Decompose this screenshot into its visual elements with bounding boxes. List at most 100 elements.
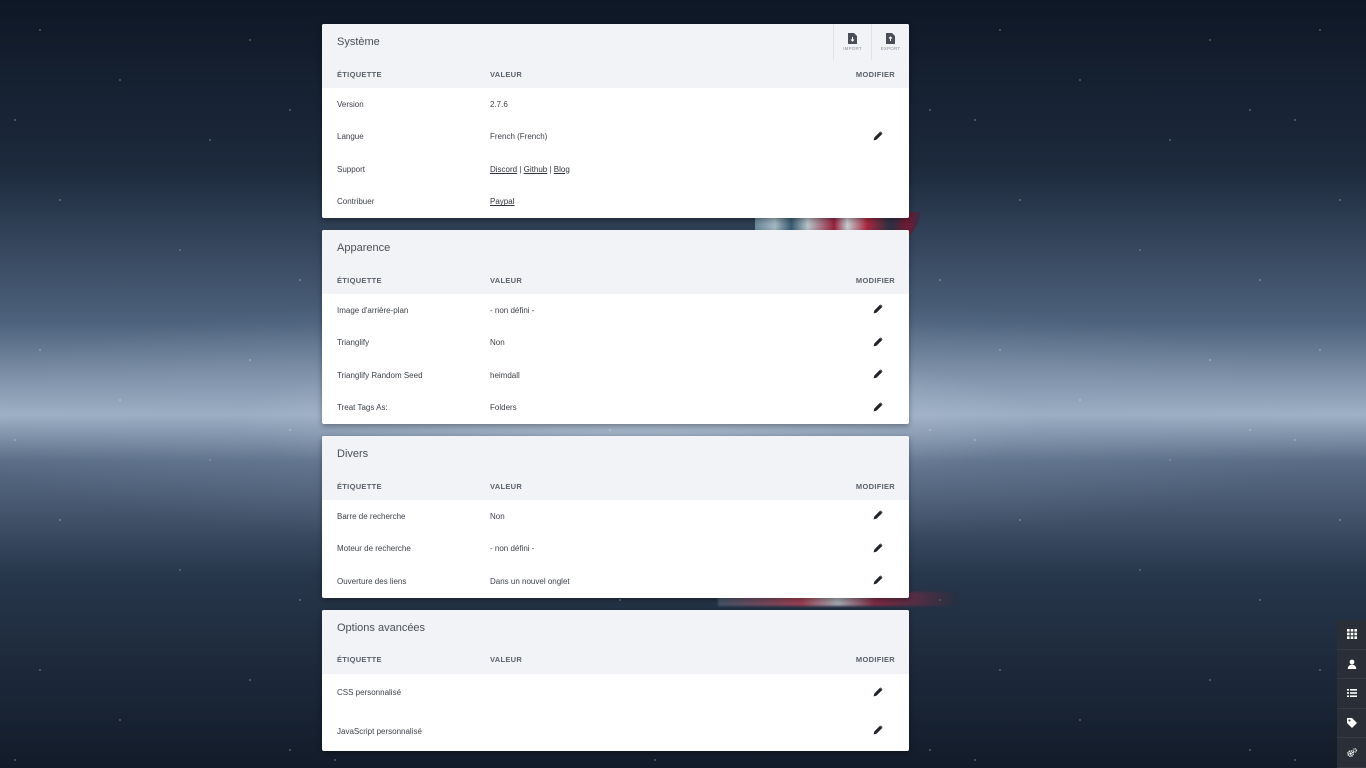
edit-cell [839, 304, 909, 316]
pencil-icon[interactable] [873, 369, 883, 379]
column-edit-header: MODIFIER [855, 275, 895, 285]
file-export-icon [886, 33, 895, 44]
setting-row-background-image: Image d'arrière-plan - non défini - [322, 294, 909, 327]
setting-row-version: Version 2.7.6 [322, 88, 909, 121]
discord-link[interactable]: Discord [490, 165, 517, 174]
column-edit-header: MODIFIER [855, 481, 895, 491]
setting-row-treat-tags: Treat Tags As: Folders [322, 392, 909, 425]
system-toolbar: IMPORT EXPORT [833, 24, 909, 60]
setting-label: Moteur de recherche [337, 544, 411, 554]
setting-value: Discord | Github | Blog [490, 165, 839, 174]
system-title: Système [337, 36, 380, 48]
column-edit-header: MODIFIER [855, 655, 895, 664]
sidebar-item-items[interactable] [1337, 679, 1366, 709]
setting-row-trianglify: Trianglify Non [322, 327, 909, 360]
pencil-icon[interactable] [873, 337, 883, 347]
edit-cell [839, 575, 909, 587]
pencil-icon[interactable] [873, 510, 883, 520]
setting-row-search-engine: Moteur de recherche - non défini - [322, 533, 909, 566]
edit-cell [839, 369, 909, 381]
system-column-header: ÉTIQUETTE VALEUR MODIFIER [322, 60, 909, 88]
setting-label: Image d'arrière-plan [337, 305, 409, 315]
link-separator: | [549, 164, 552, 174]
system-card-header: Système IMPORT EXPORT ÉTIQUETTE VALEUR M… [322, 24, 909, 88]
user-icon [1347, 659, 1356, 669]
column-value-header: VALEUR [490, 481, 523, 491]
tag-icon [1346, 718, 1357, 729]
setting-label: CSS personnalisé [337, 688, 402, 698]
blog-link[interactable]: Blog [554, 165, 570, 174]
setting-row-link-opening: Ouverture des liens Dans un nouvel ongle… [322, 565, 909, 598]
export-label: EXPORT [880, 46, 901, 51]
column-value-header: VALEUR [490, 655, 523, 664]
appearance-title: Apparence [337, 242, 391, 254]
advanced-card-header: Options avancées ÉTIQUETTE VALEUR MODIFI… [322, 609, 909, 674]
appearance-column-header: ÉTIQUETTE VALEUR MODIFIER [322, 266, 909, 294]
misc-title: Divers [337, 448, 369, 460]
column-label-header: ÉTIQUETTE [337, 69, 382, 79]
sidebar-item-settings[interactable] [1337, 738, 1366, 768]
pencil-icon[interactable] [873, 725, 883, 735]
setting-label: JavaScript personnalisé [337, 726, 422, 736]
edit-cell [839, 337, 909, 349]
setting-value: Folders [490, 403, 517, 413]
file-import-icon [848, 33, 857, 44]
advanced-column-header: ÉTIQUETTE VALEUR MODIFIER [322, 646, 909, 674]
setting-label: Ouverture des liens [337, 576, 407, 586]
pencil-icon[interactable] [873, 304, 883, 314]
sidebar-item-dashboard[interactable] [1337, 620, 1366, 650]
setting-label: Barre de recherche [337, 511, 406, 521]
setting-row-search-bar: Barre de recherche Non [322, 500, 909, 533]
setting-label: Support [337, 164, 366, 174]
sidebar-item-tags[interactable] [1337, 709, 1366, 739]
setting-row-language: Langue French (French) [322, 121, 909, 154]
setting-value: Non [490, 511, 505, 521]
column-label-header: ÉTIQUETTE [337, 655, 382, 664]
setting-value: Paypal [490, 197, 839, 206]
export-button[interactable]: EXPORT [871, 24, 909, 60]
column-label-header: ÉTIQUETTE [337, 275, 382, 285]
paypal-link[interactable]: Paypal [490, 197, 514, 206]
pencil-icon[interactable] [873, 687, 883, 697]
setting-label: Contribuer [337, 197, 375, 207]
misc-card-header: Divers ÉTIQUETTE VALEUR MODIFIER [322, 436, 909, 500]
edit-cell [839, 510, 909, 522]
edit-cell [839, 543, 909, 555]
setting-row-trianglify-seed: Trianglify Random Seed heimdall [322, 359, 909, 392]
setting-label: Version [337, 99, 364, 109]
edit-cell [839, 687, 909, 699]
setting-row-custom-css: CSS personnalisé [322, 674, 909, 713]
setting-label: Treat Tags As: [337, 403, 388, 413]
setting-row-custom-js: JavaScript personnalisé [322, 712, 909, 751]
column-edit-header: MODIFIER [855, 69, 895, 79]
import-label: IMPORT [843, 46, 862, 51]
system-card: Système IMPORT EXPORT ÉTIQUETTE VALEUR M… [322, 24, 909, 218]
setting-row-contribute: Contribuer Paypal [322, 186, 909, 219]
advanced-title: Options avancées [337, 621, 426, 634]
list-icon [1346, 689, 1357, 698]
advanced-card: Options avancées ÉTIQUETTE VALEUR MODIFI… [322, 609, 909, 751]
setting-label: Trianglify [337, 338, 370, 348]
edit-cell [839, 402, 909, 414]
github-link[interactable]: Github [524, 165, 548, 174]
settings-container: Système IMPORT EXPORT ÉTIQUETTE VALEUR M… [322, 24, 909, 763]
pencil-icon[interactable] [873, 543, 883, 553]
column-value-header: VALEUR [490, 69, 523, 79]
column-value-header: VALEUR [490, 275, 523, 285]
setting-row-support: Support Discord | Github | Blog [322, 153, 909, 186]
misc-column-header: ÉTIQUETTE VALEUR MODIFIER [322, 472, 909, 500]
edit-cell [839, 725, 909, 737]
column-label-header: ÉTIQUETTE [337, 481, 382, 491]
pencil-icon[interactable] [873, 402, 883, 412]
pencil-icon[interactable] [873, 575, 883, 585]
pencil-icon[interactable] [873, 131, 883, 141]
appearance-card: Apparence ÉTIQUETTE VALEUR MODIFIER Imag… [322, 230, 909, 424]
import-button[interactable]: IMPORT [833, 24, 871, 60]
appearance-card-header: Apparence ÉTIQUETTE VALEUR MODIFIER [322, 230, 909, 294]
sidebar-item-users[interactable] [1337, 650, 1366, 680]
setting-value: Dans un nouvel onglet [490, 576, 570, 586]
setting-label: Trianglify Random Seed [337, 370, 423, 380]
edit-cell [839, 131, 909, 143]
misc-card: Divers ÉTIQUETTE VALEUR MODIFIER Barre d… [322, 436, 909, 598]
setting-value: - non défini - [490, 305, 535, 315]
